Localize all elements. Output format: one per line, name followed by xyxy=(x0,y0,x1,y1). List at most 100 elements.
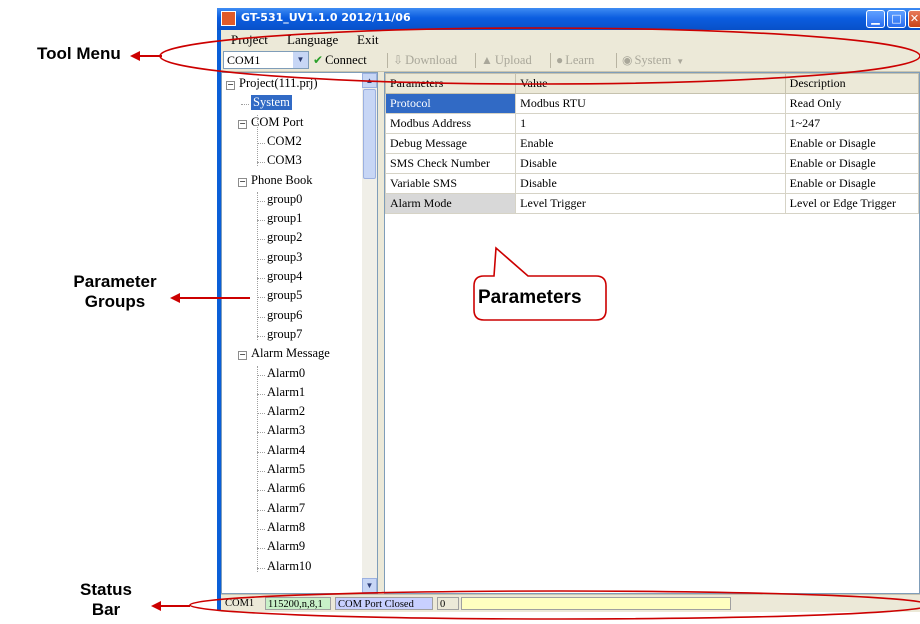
com-port-select[interactable]: COM1 ▼ xyxy=(223,51,309,69)
close-button[interactable]: ✕ xyxy=(908,10,920,28)
description-cell: 1~247 xyxy=(784,113,919,134)
value-cell[interactable]: Level Trigger xyxy=(515,193,786,214)
description-cell: Level or Edge Trigger xyxy=(784,193,919,214)
value-cell[interactable]: Disable xyxy=(515,173,786,194)
tree-item[interactable]: group4 xyxy=(267,269,302,284)
upload-button[interactable]: ▲ Upload xyxy=(481,53,532,68)
scroll-thumb[interactable] xyxy=(363,89,376,179)
tree-item[interactable]: group5 xyxy=(267,288,302,303)
table-row[interactable]: Protocol Modbus RTU Read Only xyxy=(385,93,919,114)
tree-item[interactable]: Alarm5 xyxy=(267,462,305,477)
tree-item[interactable]: group6 xyxy=(267,308,302,323)
annotation-parameter-groups: Parameter Groups xyxy=(60,272,170,312)
tree-item[interactable]: Alarm10 xyxy=(267,559,311,574)
table-row[interactable]: Modbus Address 1 1~247 xyxy=(385,113,919,134)
system-label: System xyxy=(634,53,672,67)
tree-connector xyxy=(257,316,265,318)
annotation-tool-menu: Tool Menu xyxy=(37,44,121,63)
tree-item[interactable]: Alarm0 xyxy=(267,366,305,381)
parameters-callout-label: Parameters xyxy=(478,287,582,308)
dropdown-arrow-icon: ▼ xyxy=(676,57,685,66)
tree-item[interactable]: COM2 xyxy=(267,134,302,149)
tree-connector xyxy=(257,297,265,299)
description-cell: Enable or Disagle xyxy=(784,173,919,194)
com-port-value: COM1 xyxy=(227,53,261,67)
param-cell: Modbus Address xyxy=(385,113,517,134)
chevron-down-icon[interactable]: ▼ xyxy=(293,52,308,68)
value-cell[interactable]: Enable xyxy=(515,133,786,154)
tree-item[interactable]: group7 xyxy=(267,327,302,342)
param-cell: Protocol xyxy=(385,93,517,114)
table-row[interactable]: Variable SMS Disable Enable or Disagle xyxy=(385,173,919,194)
description-cell: Enable or Disagle xyxy=(784,133,919,154)
tree-item[interactable]: group1 xyxy=(267,211,302,226)
scroll-up-icon[interactable]: ▲ xyxy=(362,73,377,88)
tree-connector xyxy=(257,335,265,337)
annotation-status-bar: Status Bar xyxy=(66,580,146,620)
table-row[interactable]: Debug Message Enable Enable or Disagle xyxy=(385,133,919,154)
tree-item[interactable]: System xyxy=(251,95,292,111)
header-description[interactable]: Description xyxy=(784,73,919,94)
tree-item[interactable]: group2 xyxy=(267,230,302,245)
table-row[interactable]: SMS Check Number Disable Enable or Disagle xyxy=(385,153,919,174)
header-value[interactable]: Value xyxy=(515,73,786,94)
param-cell: SMS Check Number xyxy=(385,153,517,174)
status-bar: COM1 115200,n,8,1 COM Port Closed 0 xyxy=(221,594,920,612)
parameter-groups-tree[interactable]: ▲ ▼ Project(111.prj) − System COM Port − COM2… xyxy=(221,72,378,594)
value-cell[interactable]: Disable xyxy=(515,153,786,174)
tree-item[interactable]: Alarm2 xyxy=(267,404,305,419)
tree-connector xyxy=(257,548,265,550)
status-state: COM Port Closed xyxy=(335,597,433,610)
menu-language[interactable]: Language xyxy=(287,32,338,48)
collapse-icon[interactable]: − xyxy=(226,81,235,90)
upload-icon: ▲ xyxy=(481,53,493,67)
menu-project[interactable]: Project xyxy=(231,32,268,48)
tree-item[interactable]: Alarm3 xyxy=(267,423,305,438)
tree-item[interactable]: Alarm6 xyxy=(267,481,305,496)
tree-item[interactable]: Alarm8 xyxy=(267,520,305,535)
tree-item[interactable]: Alarm1 xyxy=(267,385,305,400)
download-button[interactable]: ⇩ Download xyxy=(393,53,457,68)
connect-button[interactable]: ✔ Connect xyxy=(313,53,367,68)
menu-bar: Project Language Exit xyxy=(221,30,920,49)
table-row[interactable]: Alarm Mode Level Trigger Level or Edge Tri… xyxy=(385,193,919,214)
value-cell[interactable]: 1 xyxy=(515,113,786,134)
tree-connector xyxy=(257,142,265,144)
collapse-icon[interactable]: − xyxy=(238,177,247,187)
menu-exit[interactable]: Exit xyxy=(357,32,379,48)
learn-button[interactable]: ● Learn xyxy=(556,53,594,68)
info-icon: ● xyxy=(556,53,564,67)
learn-label: Learn xyxy=(565,53,595,67)
collapse-icon[interactable]: − xyxy=(238,119,247,129)
param-cell: Debug Message xyxy=(385,133,517,154)
toolbar-separator xyxy=(550,53,551,68)
value-cell[interactable]: Modbus RTU xyxy=(515,93,786,114)
tree-item[interactable]: Alarm7 xyxy=(267,501,305,516)
status-port: COM1 xyxy=(225,598,255,609)
download-label: Download xyxy=(405,53,458,67)
tree-item[interactable]: COM3 xyxy=(267,153,302,168)
tree-item[interactable]: Phone Book xyxy=(251,173,312,188)
grid-header-row: Parameters Value Description xyxy=(385,73,919,94)
tree-connector xyxy=(257,258,265,260)
collapse-icon[interactable]: − xyxy=(238,351,247,361)
maximize-button[interactable]: □ xyxy=(887,10,906,28)
scroll-down-icon[interactable]: ▼ xyxy=(362,578,377,593)
tree-item[interactable]: Alarm9 xyxy=(267,539,305,554)
tree-item[interactable]: COM Port xyxy=(251,115,303,130)
title-bar[interactable]: GT-531_UV1.1.0 2012/11/06 ▁ □ ✕ xyxy=(217,8,920,30)
tree-scrollbar[interactable]: ▲ ▼ xyxy=(362,73,377,593)
header-parameters[interactable]: Parameters xyxy=(385,73,517,94)
checkmark-icon: ✔ xyxy=(313,53,324,67)
toolbar-separator xyxy=(616,53,617,68)
tree-item[interactable]: group0 xyxy=(267,192,302,207)
tree-item[interactable]: Alarm4 xyxy=(267,443,305,458)
status-count: 0 xyxy=(437,597,459,610)
tree-item[interactable]: group3 xyxy=(267,250,302,265)
tree-item[interactable]: Alarm Message xyxy=(251,346,330,361)
param-cell: Variable SMS xyxy=(385,173,517,194)
minimize-button[interactable]: ▁ xyxy=(866,10,885,28)
tree-connector xyxy=(257,451,265,453)
system-button[interactable]: ◉ System ▼ xyxy=(622,53,684,68)
tree-item[interactable]: Project(111.prj) xyxy=(239,76,318,91)
